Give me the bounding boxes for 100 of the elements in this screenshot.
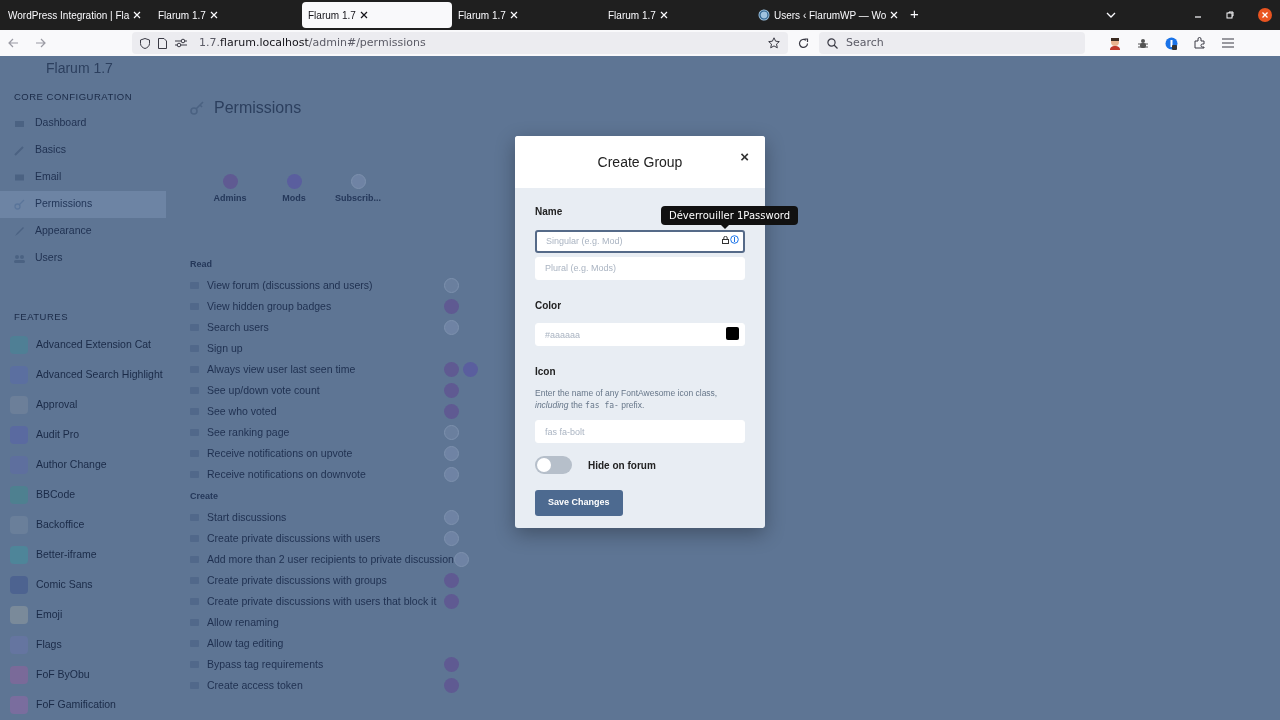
name-field[interactable]: Singular (e.g. Mod) (535, 229, 745, 253)
puzzle-icon[interactable] (1194, 37, 1206, 49)
extension-item[interactable]: Flags (0, 630, 166, 660)
address-bar[interactable]: 1.7.flarum.localhost/admin#/permissions (132, 32, 788, 54)
extension-item[interactable]: BBCode (0, 480, 166, 510)
extension-item[interactable]: Audit Pro (0, 420, 166, 450)
permission-label: Allow renaming (207, 614, 280, 630)
group-badge (453, 552, 469, 567)
group-badge (444, 657, 459, 672)
tooltip: Déverrouiller 1Password (661, 206, 799, 225)
extension-item[interactable]: Backoffice (0, 510, 166, 540)
menu-icon[interactable] (1222, 38, 1234, 48)
section-heading: Read (190, 257, 213, 271)
sidebar-item[interactable]: Appearance (0, 217, 166, 245)
permission-label: Start discussions (207, 509, 288, 525)
browser-tab[interactable]: Flarum 1.7 (452, 2, 602, 28)
permission-label: See up/down vote count (207, 382, 321, 398)
toggle-switch[interactable] (535, 456, 572, 474)
section-heading: CORE CONFIGURATION (13, 89, 134, 104)
color-field[interactable]: #aaaaaa (535, 323, 745, 346)
group-badge (444, 299, 459, 314)
forward-icon[interactable] (35, 38, 46, 48)
permission-label: Create private discussions with groups (207, 572, 388, 588)
toggle-label: Hide on forum (588, 458, 656, 473)
browser-tab[interactable]: Flarum 1.7 (152, 2, 302, 28)
permission-label: Create private discussions with users that block it (207, 593, 438, 609)
extension-item[interactable]: Advanced Extension Cat (0, 330, 166, 360)
extension-item[interactable]: FoF ByObu (0, 660, 166, 690)
chevron-down-icon[interactable] (1106, 12, 1116, 18)
permission-label: Always view user last seen time (207, 361, 357, 377)
section-heading: Create (190, 489, 219, 503)
tooltip-arrow (720, 224, 730, 229)
extension-item[interactable]: Emoji (0, 600, 166, 630)
group-badge (444, 320, 459, 335)
section-heading: FEATURES (13, 309, 69, 324)
group-badge (444, 278, 459, 293)
permission-label: View forum (discussions and users) (207, 277, 374, 293)
group-badge (444, 467, 459, 482)
plural-field[interactable]: Plural (e.g. Mods) (535, 256, 745, 280)
group-badge (444, 678, 459, 693)
group-badge (444, 573, 459, 588)
group-item[interactable]: Admins (200, 173, 260, 205)
sidebar-item[interactable]: Permissions (0, 190, 166, 218)
group-badge (444, 425, 459, 440)
group-badge (463, 362, 478, 377)
restore-icon[interactable] (1226, 11, 1234, 19)
field-label: Icon (535, 365, 556, 379)
modal-title: Create Group (597, 152, 683, 172)
shield-icon (140, 37, 150, 49)
permission-label: Receive notifications on upvote (207, 445, 354, 461)
group-badge (444, 362, 459, 377)
permission-label: Allow tag editing (207, 635, 285, 651)
group-item[interactable]: Mods (264, 173, 324, 205)
browser-tab[interactable]: Flarum 1.7 (602, 2, 752, 28)
permission-label: See ranking page (207, 424, 291, 440)
permission-label: Create private discussions with users (207, 530, 382, 546)
sidebar-item[interactable]: Email (0, 163, 166, 191)
group-item[interactable]: Subscrib... (328, 173, 388, 205)
permission-label: View hidden group badges (207, 298, 333, 314)
extension-item[interactable]: Comic Sans (0, 570, 166, 600)
permission-label: Sign up (207, 340, 244, 356)
search-icon (827, 37, 838, 49)
save-button[interactable]: Save Changes (535, 490, 623, 516)
permission-label: Search users (207, 319, 270, 335)
permission-label: Add more than 2 user recipients to private discussion (207, 551, 454, 567)
extension-item[interactable]: FoF Gamification (0, 690, 166, 720)
browser-tab[interactable]: Users ‹ FlarumWP — Wo (752, 2, 902, 28)
sidebar-item[interactable]: Dashboard (0, 109, 166, 137)
reload-icon[interactable] (798, 37, 809, 49)
group-badge (444, 446, 459, 461)
extension-item[interactable]: Approval (0, 390, 166, 420)
group-badge (444, 531, 459, 546)
avatar-icon[interactable] (1109, 36, 1121, 50)
browser-tab[interactable]: WordPress Integration | Fla (2, 2, 152, 28)
search-field[interactable]: Search (819, 32, 1085, 54)
back-icon[interactable] (8, 38, 19, 48)
icon-field[interactable]: fas fa-bolt (535, 420, 745, 443)
star-icon[interactable] (768, 37, 780, 49)
new-tab-button[interactable]: + (910, 4, 919, 24)
extension-item[interactable]: Advanced Search Highlight (0, 360, 166, 390)
permission-label: Receive notifications on downvote (207, 466, 367, 482)
sidebar-item[interactable]: Users (0, 244, 166, 272)
page-icon (158, 37, 167, 49)
close-icon[interactable] (359, 11, 368, 19)
group-badge (444, 404, 459, 419)
sliders-icon (175, 38, 187, 48)
group-badge (444, 594, 459, 609)
extension-item[interactable]: Author Change (0, 450, 166, 480)
info-icon (730, 235, 739, 245)
close-button[interactable]: × (736, 146, 753, 169)
field-label: Color (535, 298, 562, 313)
permission-label: Create access token (207, 677, 304, 693)
sidebar-item[interactable]: Basics (0, 136, 166, 164)
browser-tab[interactable]: Flarum 1.7 (302, 2, 452, 28)
group-badge (444, 383, 459, 398)
password-manager-icon[interactable] (1165, 36, 1178, 50)
extension-item[interactable]: Better-iframe (0, 540, 166, 570)
close-icon[interactable] (1258, 8, 1272, 22)
permission-label: See who voted (207, 403, 278, 419)
field-label: Name (535, 205, 563, 219)
